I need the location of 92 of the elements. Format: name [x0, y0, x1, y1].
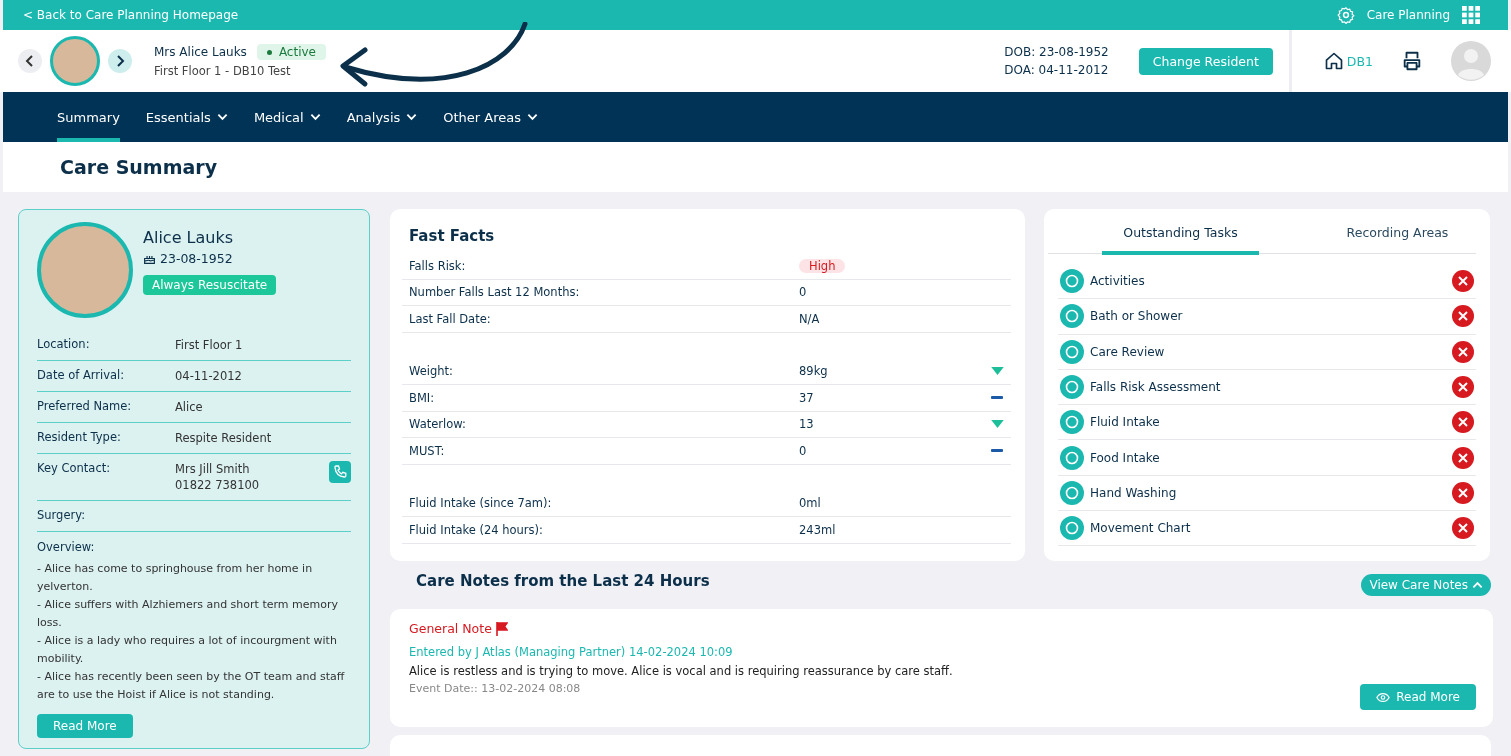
task-icon: [1060, 269, 1084, 294]
page-title: Care Summary: [60, 156, 218, 178]
close-icon: [1452, 517, 1474, 540]
next-button[interactable]: [108, 49, 132, 73]
resuscitation-badge: Always Resuscitate: [143, 275, 277, 295]
field-value: Respite Resident: [175, 430, 273, 446]
task-item[interactable]: Hand Washing: [1058, 475, 1476, 512]
nav-tab[interactable]: Other Areas: [443, 92, 538, 142]
fact-value: 0: [799, 443, 807, 458]
close-icon: [1452, 411, 1474, 434]
settings-icon[interactable]: [1336, 6, 1355, 24]
app-grid-icon[interactable]: [1462, 6, 1480, 24]
fact-label: Number Falls Last 12 Months:: [409, 285, 581, 300]
fact-value: 89kg: [799, 364, 828, 379]
profile-name: Alice Lauks: [143, 228, 234, 247]
task-icon: [1060, 410, 1084, 435]
field-value: 01822 738100: [175, 477, 261, 493]
field-label: Preferred Name:: [37, 399, 133, 413]
note-type: General Note: [409, 621, 492, 636]
overview-text: - Alice suffers with Alzhiemers and short term memory loss.: [37, 597, 339, 631]
date-of-arrival: DOA: 04-11-2012: [1004, 62, 1109, 79]
field-value: Mrs Jill Smith: [175, 461, 251, 477]
phone-button[interactable]: [329, 461, 351, 483]
task-item[interactable]: Bath or Shower: [1058, 299, 1476, 335]
chevron-up-icon: [1472, 581, 1483, 589]
fact-value: 37: [799, 390, 814, 405]
risk-badge: High: [799, 258, 846, 273]
fact-label: Last Fall Date:: [409, 311, 492, 326]
panel-tab[interactable]: Outstanding Tasks: [1102, 217, 1259, 255]
task-icon: [1060, 445, 1084, 470]
card-title: Fast Facts: [409, 227, 496, 245]
fact-label: Falls Risk:: [409, 258, 467, 273]
status-badge: Active: [256, 44, 326, 60]
fact-value: N/A: [799, 311, 820, 326]
field-value: First Floor 1: [175, 337, 244, 353]
eye-icon: [1376, 691, 1391, 703]
fact-label: BMI:: [409, 390, 436, 405]
print-icon[interactable]: [1401, 50, 1423, 72]
close-icon: [1452, 446, 1474, 469]
task-item[interactable]: Movement Chart: [1058, 511, 1476, 547]
field-label: Location:: [37, 337, 91, 351]
task-item[interactable]: Fluid Intake: [1058, 405, 1476, 441]
nav-tab[interactable]: Analysis: [346, 92, 418, 142]
fact-value: 0ml: [799, 496, 821, 511]
user-avatar-icon[interactable]: [1451, 41, 1491, 81]
fact-label: Fluid Intake (since 7am):: [409, 496, 553, 511]
task-item[interactable]: Falls Risk Assessment: [1058, 369, 1476, 406]
close-icon: [1452, 270, 1474, 293]
overview-text: - Alice is a lady who requires a lot of incourgment with mobility.: [37, 633, 338, 667]
overview-text: - Alice has recently been seen by the OT team and staff are to use the Hoist if Alice is not standing.: [37, 669, 346, 703]
birth-date: 23-08-1952: [160, 251, 233, 266]
fact-value: 243ml: [799, 522, 836, 537]
overview-label: Overview:: [37, 539, 96, 556]
app-name: Care Planning: [1366, 8, 1450, 22]
field-label: Key Contact:: [37, 461, 112, 475]
task-icon: [1060, 480, 1084, 505]
resident-name: Mrs Alice Lauks: [154, 45, 247, 59]
section-title: Care Notes from the Last 24 Hours: [416, 572, 710, 590]
field-label: Resident Type:: [37, 430, 122, 444]
field-label: Surgery:: [37, 508, 87, 522]
note-author: Entered by J Atlas (Managing Partner) 14-02-2024 10:09: [409, 645, 734, 659]
note-text: Alice is restless and is trying to move. Alice is vocal and is requiring reassurance by care staff.: [409, 664, 954, 678]
close-icon: [1452, 481, 1474, 504]
previous-button[interactable]: [18, 49, 42, 73]
resident-location: First Floor 1 - DB10 Test: [154, 64, 292, 78]
task-item[interactable]: Care Review: [1058, 334, 1476, 370]
panel-tab[interactable]: Recording Areas: [1319, 217, 1476, 255]
fact-label: MUST:: [409, 443, 446, 458]
close-icon: [1452, 305, 1474, 328]
nav-tab[interactable]: Medical: [253, 92, 321, 142]
event-date: Event Date:: 13-02-2024 08:08: [409, 682, 581, 695]
nav-tab[interactable]: Essentials: [145, 92, 228, 142]
field-value: Alice: [175, 399, 204, 415]
task-icon: [1060, 304, 1084, 329]
overview-text: - Alice has come to springhouse from her home in yelverton.: [37, 561, 314, 595]
task-icon: [1060, 339, 1084, 364]
fact-value: 13: [799, 417, 814, 432]
task-icon: [1060, 375, 1084, 400]
date-of-birth: DOB: 23-08-1952: [1004, 44, 1109, 61]
home-icon: [1323, 51, 1344, 71]
task-item[interactable]: Activities: [1058, 264, 1476, 300]
close-icon: [1452, 376, 1474, 399]
task-icon: [1060, 516, 1084, 541]
fact-value: 0: [799, 285, 807, 300]
field-value: 04-11-2012: [175, 368, 243, 384]
fact-label: Waterlow:: [409, 417, 467, 432]
fact-label: Fluid Intake (24 hours):: [409, 522, 544, 537]
field-label: Date of Arrival:: [37, 368, 126, 382]
close-icon: [1452, 340, 1474, 363]
fact-label: Weight:: [409, 364, 454, 379]
task-item[interactable]: Food Intake: [1058, 440, 1476, 476]
photo-placeholder: [50, 36, 100, 86]
